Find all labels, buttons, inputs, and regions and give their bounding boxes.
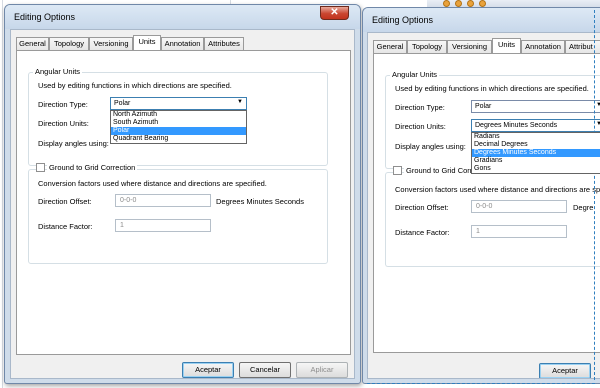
dropdown-option-polar[interactable]: Polar <box>111 127 246 135</box>
direction-type-select[interactable]: Polar ▼ <box>471 100 600 113</box>
direction-units-select[interactable]: Degrees Minutes Seconds ▼ <box>471 119 600 132</box>
tab-annotation[interactable]: Annotation <box>161 37 204 50</box>
distance-factor-input[interactable]: 1 <box>471 225 567 238</box>
background-line <box>2 0 3 388</box>
title-bar: Editing Options ✕ <box>5 5 360 29</box>
toolbar-icon[interactable] <box>455 0 462 7</box>
direction-offset-input[interactable]: 0-0-0 <box>471 200 567 213</box>
dropdown-option-quadrant-bearing[interactable]: Quadrant Bearing <box>111 135 246 143</box>
angular-units-description: Used by editing functions in which direc… <box>38 81 232 90</box>
tab-units[interactable]: Units <box>133 35 161 50</box>
direction-offset-label: Direction Offset: <box>395 203 449 212</box>
angular-units-title: Angular Units <box>390 70 440 79</box>
dialog-client: General Topology Versioning Units Annota… <box>367 32 600 379</box>
cancel-button[interactable]: Cancelar <box>239 362 291 378</box>
display-angles-label: Display angles using: <box>38 139 109 148</box>
tab-attributes[interactable]: Attributes <box>204 37 244 50</box>
ground-to-grid-description: Conversion factors used where distance a… <box>38 179 267 188</box>
tab-general[interactable]: General <box>16 37 49 50</box>
chevron-down-icon: ▼ <box>596 102 600 108</box>
window-title: Editing Options <box>372 15 434 25</box>
close-icon: ✕ <box>330 7 339 18</box>
direction-offset-unit: Degrees Minutes Seconds <box>216 197 304 206</box>
tab-topology[interactable]: Topology <box>49 37 89 50</box>
direction-type-label: Direction Type: <box>38 100 88 109</box>
tab-strip: General Topology Versioning Units Annota… <box>373 38 600 54</box>
ground-to-grid-label: Ground to Grid Corre <box>404 166 479 175</box>
distance-factor-value: 1 <box>476 228 480 235</box>
tab-strip: General Topology Versioning Units Annota… <box>16 35 351 51</box>
dropdown-option-south-azimuth[interactable]: South Azimuth <box>111 119 246 127</box>
toolbar-icon[interactable] <box>479 0 486 7</box>
title-bar: Editing Options <box>363 8 600 32</box>
dropdown-option-degrees-minutes-seconds[interactable]: Degrees Minutes Seconds <box>472 149 600 157</box>
dropdown-option-north-azimuth[interactable]: North Azimuth <box>111 111 246 119</box>
direction-type-value: Polar <box>475 102 492 110</box>
direction-units-value: Degrees Minutes Seconds <box>475 121 558 129</box>
chevron-down-icon: ▼ <box>237 99 243 105</box>
direction-type-dropdown: North Azimuth South Azimuth Polar Quadra… <box>110 110 247 144</box>
direction-type-label: Direction Type: <box>395 103 445 112</box>
distance-factor-value: 1 <box>120 222 124 229</box>
tab-units[interactable]: Units <box>492 38 521 53</box>
tab-versioning[interactable]: Versioning <box>89 37 133 50</box>
dropdown-option-decimal-degrees[interactable]: Decimal Degrees <box>472 141 600 149</box>
tab-annotation[interactable]: Annotation <box>521 40 565 53</box>
direction-type-value: Polar <box>114 99 131 107</box>
dropdown-option-gradians[interactable]: Gradians <box>472 157 600 165</box>
ground-to-grid-label: Ground to Grid Correction <box>47 163 138 172</box>
tab-versioning[interactable]: Versioning <box>447 40 492 53</box>
close-button[interactable]: ✕ <box>320 6 349 20</box>
editing-options-dialog-copy: Editing Options General Topology Version… <box>362 7 600 384</box>
dropdown-option-radians[interactable]: Radians <box>472 133 600 141</box>
distance-factor-label: Distance Factor: <box>395 228 450 237</box>
angular-units-description: Used by editing functions in which direc… <box>395 84 589 93</box>
angular-units-title: Angular Units <box>33 67 83 76</box>
dropdown-option-gons[interactable]: Gons <box>472 165 600 173</box>
tab-panel-units: Angular Units Used by editing functions … <box>373 53 600 353</box>
toolbar-icon[interactable] <box>467 0 474 7</box>
ground-to-grid-checkbox[interactable] <box>36 163 45 172</box>
editing-options-dialog: Editing Options ✕ General Topology Versi… <box>4 4 361 384</box>
tab-general[interactable]: General <box>373 40 407 53</box>
apply-button[interactable]: Aplicar <box>296 362 348 378</box>
selection-marker <box>367 383 595 384</box>
dialog-client: General Topology Versioning Units Annota… <box>10 29 355 379</box>
toolbar-icon[interactable] <box>443 0 450 7</box>
direction-units-label: Direction Units: <box>395 122 446 131</box>
ground-to-grid-description: Conversion factors used where distance a… <box>395 185 600 194</box>
tab-topology[interactable]: Topology <box>407 40 447 53</box>
window-title: Editing Options <box>14 12 76 22</box>
tab-panel-units: Angular Units Used by editing functions … <box>16 50 351 355</box>
ok-button[interactable]: Aceptar <box>539 363 591 378</box>
direction-offset-input[interactable]: 0-0-0 <box>115 194 211 207</box>
distance-factor-label: Distance Factor: <box>38 222 93 231</box>
display-angles-label: Display angles using: <box>395 142 466 151</box>
direction-units-label: Direction Units: <box>38 119 89 128</box>
chevron-down-icon: ▼ <box>596 121 600 127</box>
selection-marker <box>594 10 595 380</box>
direction-units-dropdown: Radians Decimal Degrees Degrees Minutes … <box>471 132 600 174</box>
distance-factor-input[interactable]: 1 <box>115 219 211 232</box>
ground-to-grid-checkbox[interactable] <box>393 166 402 175</box>
direction-offset-unit: Degre <box>573 203 594 212</box>
direction-type-select[interactable]: Polar ▼ <box>110 97 247 110</box>
direction-offset-value: 0-0-0 <box>120 197 137 204</box>
direction-offset-label: Direction Offset: <box>38 197 92 206</box>
direction-offset-value: 0-0-0 <box>476 203 493 210</box>
ok-button[interactable]: Aceptar <box>182 362 234 378</box>
